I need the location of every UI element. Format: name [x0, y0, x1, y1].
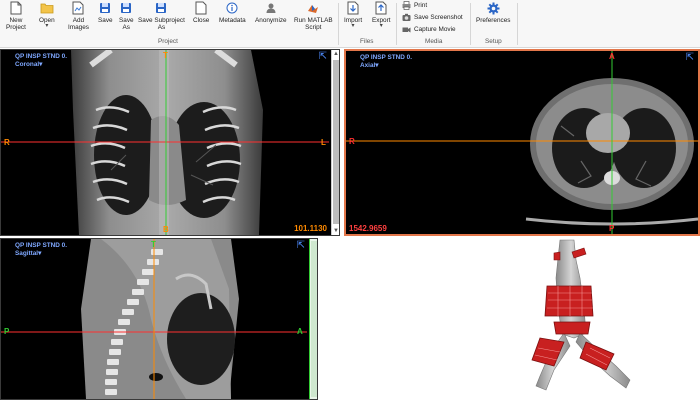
anonymize-label: Anonymize [255, 17, 287, 24]
anonymize-icon [264, 1, 278, 15]
axial-top-label: A [609, 52, 615, 61]
coronal-scroll-thumb[interactable] [333, 60, 339, 224]
toolstrip: New Project Open ▾ Add Images Save Save … [0, 0, 700, 48]
gear-icon [486, 1, 500, 15]
app-window: New Project Open ▾ Add Images Save Save … [0, 0, 700, 400]
save-as-icon [119, 1, 133, 15]
import-button[interactable]: Import ▾ [344, 1, 362, 29]
coronal-bottom-label: B [163, 225, 169, 234]
group-separator [517, 3, 518, 45]
save-button[interactable]: Save [98, 1, 113, 24]
save-as-label: Save As [119, 17, 134, 32]
metadata-label: Metadata [219, 17, 246, 24]
sagittal-top-label: T [151, 240, 156, 249]
new-project-label: New Project [6, 17, 26, 32]
coronal-right-label: L [321, 138, 326, 147]
movie-camera-icon [402, 25, 411, 34]
run-matlab-label: Run MATLAB Script [294, 17, 333, 32]
sagittal-orientation-dropdown[interactable]: Sagittal▾ [15, 249, 41, 257]
group-separator [338, 3, 339, 45]
add-images-label: Add Images [68, 17, 89, 32]
save-label: Save [98, 17, 113, 24]
axial-orientation-dropdown[interactable]: Axial▾ [360, 61, 378, 69]
export-dropdown-icon[interactable]: ▾ [380, 23, 383, 29]
add-images-icon [71, 1, 85, 15]
group-label-media: Media [425, 38, 443, 45]
coronal-orientation-dropdown[interactable]: Coronal▾ [15, 60, 42, 68]
group-separator [396, 3, 397, 45]
open-dropdown-icon[interactable]: ▾ [45, 23, 48, 29]
scroll-down-icon[interactable]: ▼ [332, 227, 339, 235]
scroll-up-icon[interactable]: ▲ [332, 50, 339, 58]
sagittal-viewport[interactable]: QP INSP STND 0. Sagittal▾ ⇱ T P A [0, 238, 318, 400]
axial-expand-icon[interactable]: ⇱ [686, 53, 694, 63]
sagittal-right-label: A [297, 327, 303, 336]
group-label-setup: Setup [485, 38, 502, 45]
new-project-button[interactable]: New Project [6, 1, 26, 32]
sagittal-ct-image[interactable] [1, 239, 317, 399]
run-matlab-script-button[interactable]: Run MATLAB Script [294, 1, 333, 32]
save-screenshot-label: Save Screenshot [414, 14, 463, 21]
preferences-button[interactable]: Preferences [476, 1, 510, 24]
export-icon [374, 1, 388, 15]
axial-bottom-label: P [609, 224, 615, 233]
coronal-viewport[interactable]: QP INSP STND 0. Coronal▾ ⇱ T B R L 101.1… [0, 49, 340, 236]
metadata-button[interactable]: Metadata [219, 1, 246, 24]
group-label-files: Files [360, 38, 374, 45]
save-screenshot-button[interactable]: Save Screenshot [402, 13, 463, 22]
sagittal-scrollbar[interactable] [309, 239, 317, 399]
info-icon [225, 1, 239, 15]
capture-movie-button[interactable]: Capture Movie [402, 25, 456, 34]
save-subproject-as-button[interactable]: Save Subproject As [138, 1, 185, 32]
sagittal-scroll-thumb[interactable] [311, 241, 317, 397]
import-dropdown-icon[interactable]: ▾ [352, 23, 355, 29]
save-as-button[interactable]: Save As [119, 1, 134, 32]
axial-left-label: R [349, 137, 355, 146]
airway-3d-model[interactable] [318, 238, 700, 400]
print-button[interactable]: Print [402, 1, 427, 10]
coronal-window-value: 101.1130 [294, 224, 327, 233]
sagittal-left-label: P [4, 327, 10, 336]
coronal-top-label: T [163, 51, 168, 60]
save-icon [98, 1, 112, 15]
close-project-icon [194, 1, 208, 15]
capture-movie-label: Capture Movie [414, 26, 456, 33]
screenshot-icon [402, 13, 411, 22]
folder-icon [40, 1, 54, 15]
coronal-left-label: R [4, 138, 10, 147]
axial-window-value: 1542.9659 [349, 224, 387, 233]
printer-icon [402, 1, 411, 10]
export-button[interactable]: Export ▾ [372, 1, 390, 29]
axial-ct-image[interactable] [346, 51, 698, 234]
import-icon [346, 1, 360, 15]
open-button[interactable]: Open ▾ [39, 1, 55, 29]
preferences-label: Preferences [476, 17, 511, 24]
print-label: Print [414, 2, 428, 9]
close-button[interactable]: Close [193, 1, 209, 24]
save-subproject-as-label: Save Subproject As [138, 17, 185, 32]
coronal-scrollbar[interactable]: ▲ ▼ [331, 50, 339, 235]
3d-model-view[interactable] [318, 238, 700, 400]
group-separator [470, 3, 471, 45]
anonymize-button[interactable]: Anonymize [255, 1, 287, 24]
coronal-ct-image[interactable] [1, 50, 339, 235]
close-label: Close [193, 17, 210, 24]
matlab-icon [306, 1, 320, 15]
save-subproject-icon [154, 1, 168, 15]
group-label-project: Project [158, 38, 178, 45]
new-project-icon [9, 1, 23, 15]
coronal-expand-icon[interactable]: ⇱ [319, 52, 327, 62]
axial-viewport[interactable]: QP INSP STND 0. Axial▾ ⇱ A P R 1542.9659 [344, 49, 700, 236]
sagittal-expand-icon[interactable]: ⇱ [297, 241, 305, 251]
add-images-button[interactable]: Add Images [68, 1, 89, 32]
